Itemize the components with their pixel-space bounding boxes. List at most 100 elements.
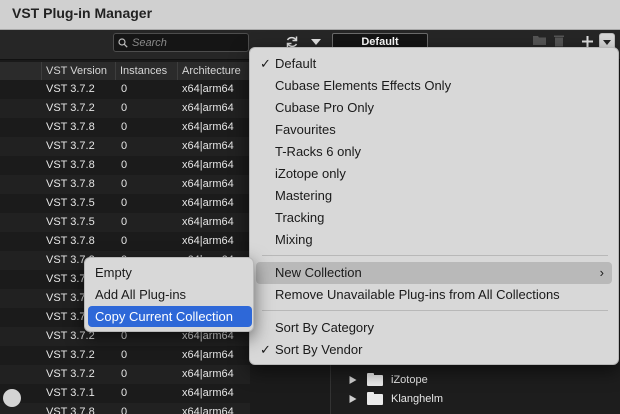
cell-vst-version: VST 3.7.8 bbox=[46, 235, 95, 247]
table-body: VST 3.7.2 0 x64|arm64 VST 3.7.2 0 x64|arm64 VS… bbox=[0, 80, 250, 414]
cell-architecture: x64|arm64 bbox=[182, 216, 234, 228]
folder-icon bbox=[367, 372, 383, 386]
collection-menu: ✓ Default Cubase Elements Effects Only C… bbox=[249, 47, 619, 365]
folder-icon bbox=[367, 391, 383, 405]
vendor-tree: iZotope Klanghelm bbox=[330, 360, 620, 414]
checkmark-icon: ✓ bbox=[260, 342, 271, 357]
menu-item-label: Default bbox=[275, 56, 317, 71]
table-row[interactable]: VST 3.7.8 0 x64|arm64 bbox=[0, 232, 250, 251]
cell-vst-version: VST 3.7.8 bbox=[46, 121, 95, 133]
menu-separator bbox=[262, 310, 608, 311]
new-collection-submenu: Empty Add All Plug-ins Copy Current Coll… bbox=[84, 257, 254, 332]
folder-icon[interactable] bbox=[533, 34, 546, 46]
menu-item-label: New Collection bbox=[275, 265, 362, 280]
menu-item-sort-by-vendor[interactable]: ✓ Sort By Vendor bbox=[256, 339, 612, 361]
menu-item-mastering[interactable]: Mastering bbox=[256, 185, 612, 207]
table-row[interactable]: VST 3.7.2 0 x64|arm64 bbox=[0, 346, 250, 365]
cell-architecture: x64|arm64 bbox=[182, 121, 234, 133]
table-header: VST Version Instances Architecture bbox=[0, 62, 250, 80]
cell-instances: 0 bbox=[121, 349, 128, 361]
chevron-right-icon: › bbox=[599, 265, 604, 280]
checkmark-icon: ✓ bbox=[260, 56, 271, 71]
menu-item-favourites[interactable]: Favourites bbox=[256, 119, 612, 141]
cell-instances: 0 bbox=[121, 159, 128, 171]
cell-vst-version: VST 3.7.8 bbox=[46, 406, 95, 414]
cell-vst-version: VST 3.7.5 bbox=[46, 216, 95, 228]
table-row[interactable]: VST 3.7.2 0 x64|arm64 bbox=[0, 137, 250, 156]
cell-architecture: x64|arm64 bbox=[182, 387, 234, 399]
column-header-architecture[interactable]: Architecture bbox=[177, 62, 250, 80]
menu-item-new-collection[interactable]: New Collection › bbox=[256, 262, 612, 284]
table-row[interactable]: VST 3.7.8 0 x64|arm64 bbox=[0, 156, 250, 175]
submenu-item-copy-current-collection[interactable]: Copy Current Collection bbox=[88, 306, 252, 327]
cell-architecture: x64|arm64 bbox=[182, 140, 234, 152]
trash-icon[interactable] bbox=[553, 34, 565, 47]
cell-vst-version: VST 3.7.2 bbox=[46, 102, 95, 114]
submenu-item-empty[interactable]: Empty bbox=[88, 262, 252, 283]
cell-instances: 0 bbox=[121, 368, 128, 380]
cell-vst-version: VST 3.7.8 bbox=[46, 178, 95, 190]
search-input[interactable]: Search bbox=[113, 33, 249, 52]
tree-item-label: Klanghelm bbox=[391, 393, 443, 405]
cell-vst-version: VST 3.7.1 bbox=[46, 387, 95, 399]
cell-instances: 0 bbox=[121, 121, 128, 133]
cell-vst-version: VST 3.7.8 bbox=[46, 159, 95, 171]
menu-item-remove-unavailable[interactable]: Remove Unavailable Plug-ins from All Col… bbox=[256, 284, 612, 306]
expand-arrow-icon[interactable] bbox=[349, 376, 357, 384]
plus-icon[interactable] bbox=[582, 36, 593, 47]
table-row[interactable]: VST 3.7.5 0 x64|arm64 bbox=[0, 194, 250, 213]
cell-instances: 0 bbox=[121, 178, 128, 190]
menu-item-sort-by-category[interactable]: Sort By Category bbox=[256, 317, 612, 339]
menu-item-t-racks-6-only[interactable]: T-Racks 6 only bbox=[256, 141, 612, 163]
menu-item-tracking[interactable]: Tracking bbox=[256, 207, 612, 229]
menu-item-label: Sort By Vendor bbox=[275, 342, 363, 357]
table-row[interactable]: VST 3.7.8 0 x64|arm64 bbox=[0, 403, 250, 414]
table-row[interactable]: VST 3.7.2 0 x64|arm64 bbox=[0, 99, 250, 118]
cell-architecture: x64|arm64 bbox=[182, 178, 234, 190]
search-placeholder: Search bbox=[132, 36, 167, 49]
window-title: VST Plug-in Manager bbox=[12, 5, 153, 21]
plugin-table: VST Version Instances Architecture VST 3… bbox=[0, 60, 250, 414]
cell-instances: 0 bbox=[121, 387, 128, 399]
help-icon[interactable] bbox=[3, 389, 21, 407]
menu-separator bbox=[262, 255, 608, 256]
table-row[interactable]: VST 3.7.5 0 x64|arm64 bbox=[0, 213, 250, 232]
cell-instances: 0 bbox=[121, 216, 128, 228]
table-row[interactable]: VST 3.7.2 0 x64|arm64 bbox=[0, 80, 250, 99]
title-bar: VST Plug-in Manager bbox=[0, 0, 620, 30]
cell-architecture: x64|arm64 bbox=[182, 102, 234, 114]
table-row[interactable]: VST 3.7.1 0 x64|arm64 bbox=[0, 384, 250, 403]
cell-vst-version: VST 3.7.2 bbox=[46, 83, 95, 95]
search-icon bbox=[118, 37, 128, 48]
menu-item-cubase-pro-only[interactable]: Cubase Pro Only bbox=[256, 97, 612, 119]
cell-architecture: x64|arm64 bbox=[182, 197, 234, 209]
cell-instances: 0 bbox=[121, 83, 128, 95]
cell-architecture: x64|arm64 bbox=[182, 349, 234, 361]
tree-item-label: iZotope bbox=[391, 374, 428, 386]
table-row[interactable]: VST 3.7.8 0 x64|arm64 bbox=[0, 118, 250, 137]
tree-item[interactable]: iZotope bbox=[349, 371, 428, 389]
menu-item-cubase-elements-effects-only[interactable]: Cubase Elements Effects Only bbox=[256, 75, 612, 97]
cell-instances: 0 bbox=[121, 102, 128, 114]
cell-architecture: x64|arm64 bbox=[182, 406, 234, 414]
cell-architecture: x64|arm64 bbox=[182, 159, 234, 171]
table-row[interactable]: VST 3.7.2 0 x64|arm64 bbox=[0, 365, 250, 384]
column-header-vst-version[interactable]: VST Version bbox=[41, 62, 115, 80]
cell-vst-version: VST 3.7.2 bbox=[46, 368, 95, 380]
cell-vst-version: VST 3.7.2 bbox=[46, 349, 95, 361]
menu-item-izotope-only[interactable]: iZotope only bbox=[256, 163, 612, 185]
cell-instances: 0 bbox=[121, 197, 128, 209]
submenu-item-add-all-plugins[interactable]: Add All Plug-ins bbox=[88, 284, 252, 305]
column-header-instances[interactable]: Instances bbox=[115, 62, 177, 80]
table-row[interactable]: VST 3.7.8 0 x64|arm64 bbox=[0, 175, 250, 194]
menu-item-default[interactable]: ✓ Default bbox=[256, 53, 612, 75]
menu-item-mixing[interactable]: Mixing bbox=[256, 229, 612, 251]
chevron-down-icon[interactable] bbox=[311, 39, 321, 46]
tree-item[interactable]: Klanghelm bbox=[349, 390, 443, 408]
cell-vst-version: VST 3.7.5 bbox=[46, 197, 95, 209]
cell-architecture: x64|arm64 bbox=[182, 368, 234, 380]
cell-instances: 0 bbox=[121, 140, 128, 152]
cell-instances: 0 bbox=[121, 235, 128, 247]
cell-instances: 0 bbox=[121, 406, 128, 414]
expand-arrow-icon[interactable] bbox=[349, 395, 357, 403]
